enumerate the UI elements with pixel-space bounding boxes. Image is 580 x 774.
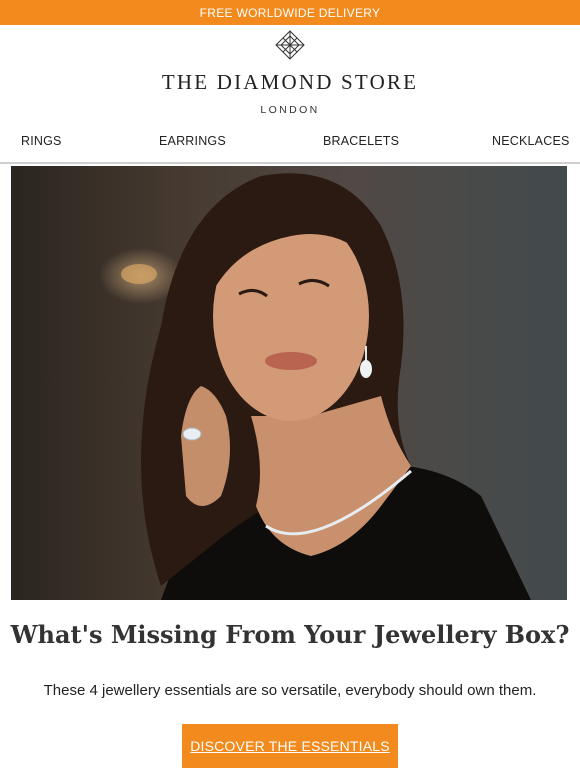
nav-item-necklaces[interactable]: NECKLACES	[492, 134, 570, 148]
subtext: These 4 jewellery essentials are so vers…	[43, 682, 537, 699]
category-nav: RINGS EARRINGS BRACELETS NECKLACES	[0, 126, 580, 164]
headline: What's Missing From Your Jewellery Box?	[10, 620, 570, 649]
free-delivery-text: FREE WORLDWIDE DELIVERY	[199, 5, 381, 20]
brand-city: LONDON	[260, 104, 320, 116]
hero-image[interactable]	[11, 166, 567, 600]
model-portrait	[121, 173, 531, 600]
free-delivery-banner: FREE WORLDWIDE DELIVERY	[0, 0, 580, 25]
brand-name: THE DIAMOND STORE	[161, 70, 419, 94]
nav-item-rings[interactable]: RINGS	[21, 134, 62, 148]
store-logo[interactable]: THE DIAMOND STORE LONDON	[0, 30, 580, 116]
nav-item-earrings[interactable]: EARRINGS	[159, 134, 226, 148]
nav-item-bracelets[interactable]: BRACELETS	[323, 134, 399, 148]
diamond-icon	[275, 30, 305, 60]
discover-essentials-button[interactable]: DISCOVER THE ESSENTIALS	[182, 724, 398, 768]
